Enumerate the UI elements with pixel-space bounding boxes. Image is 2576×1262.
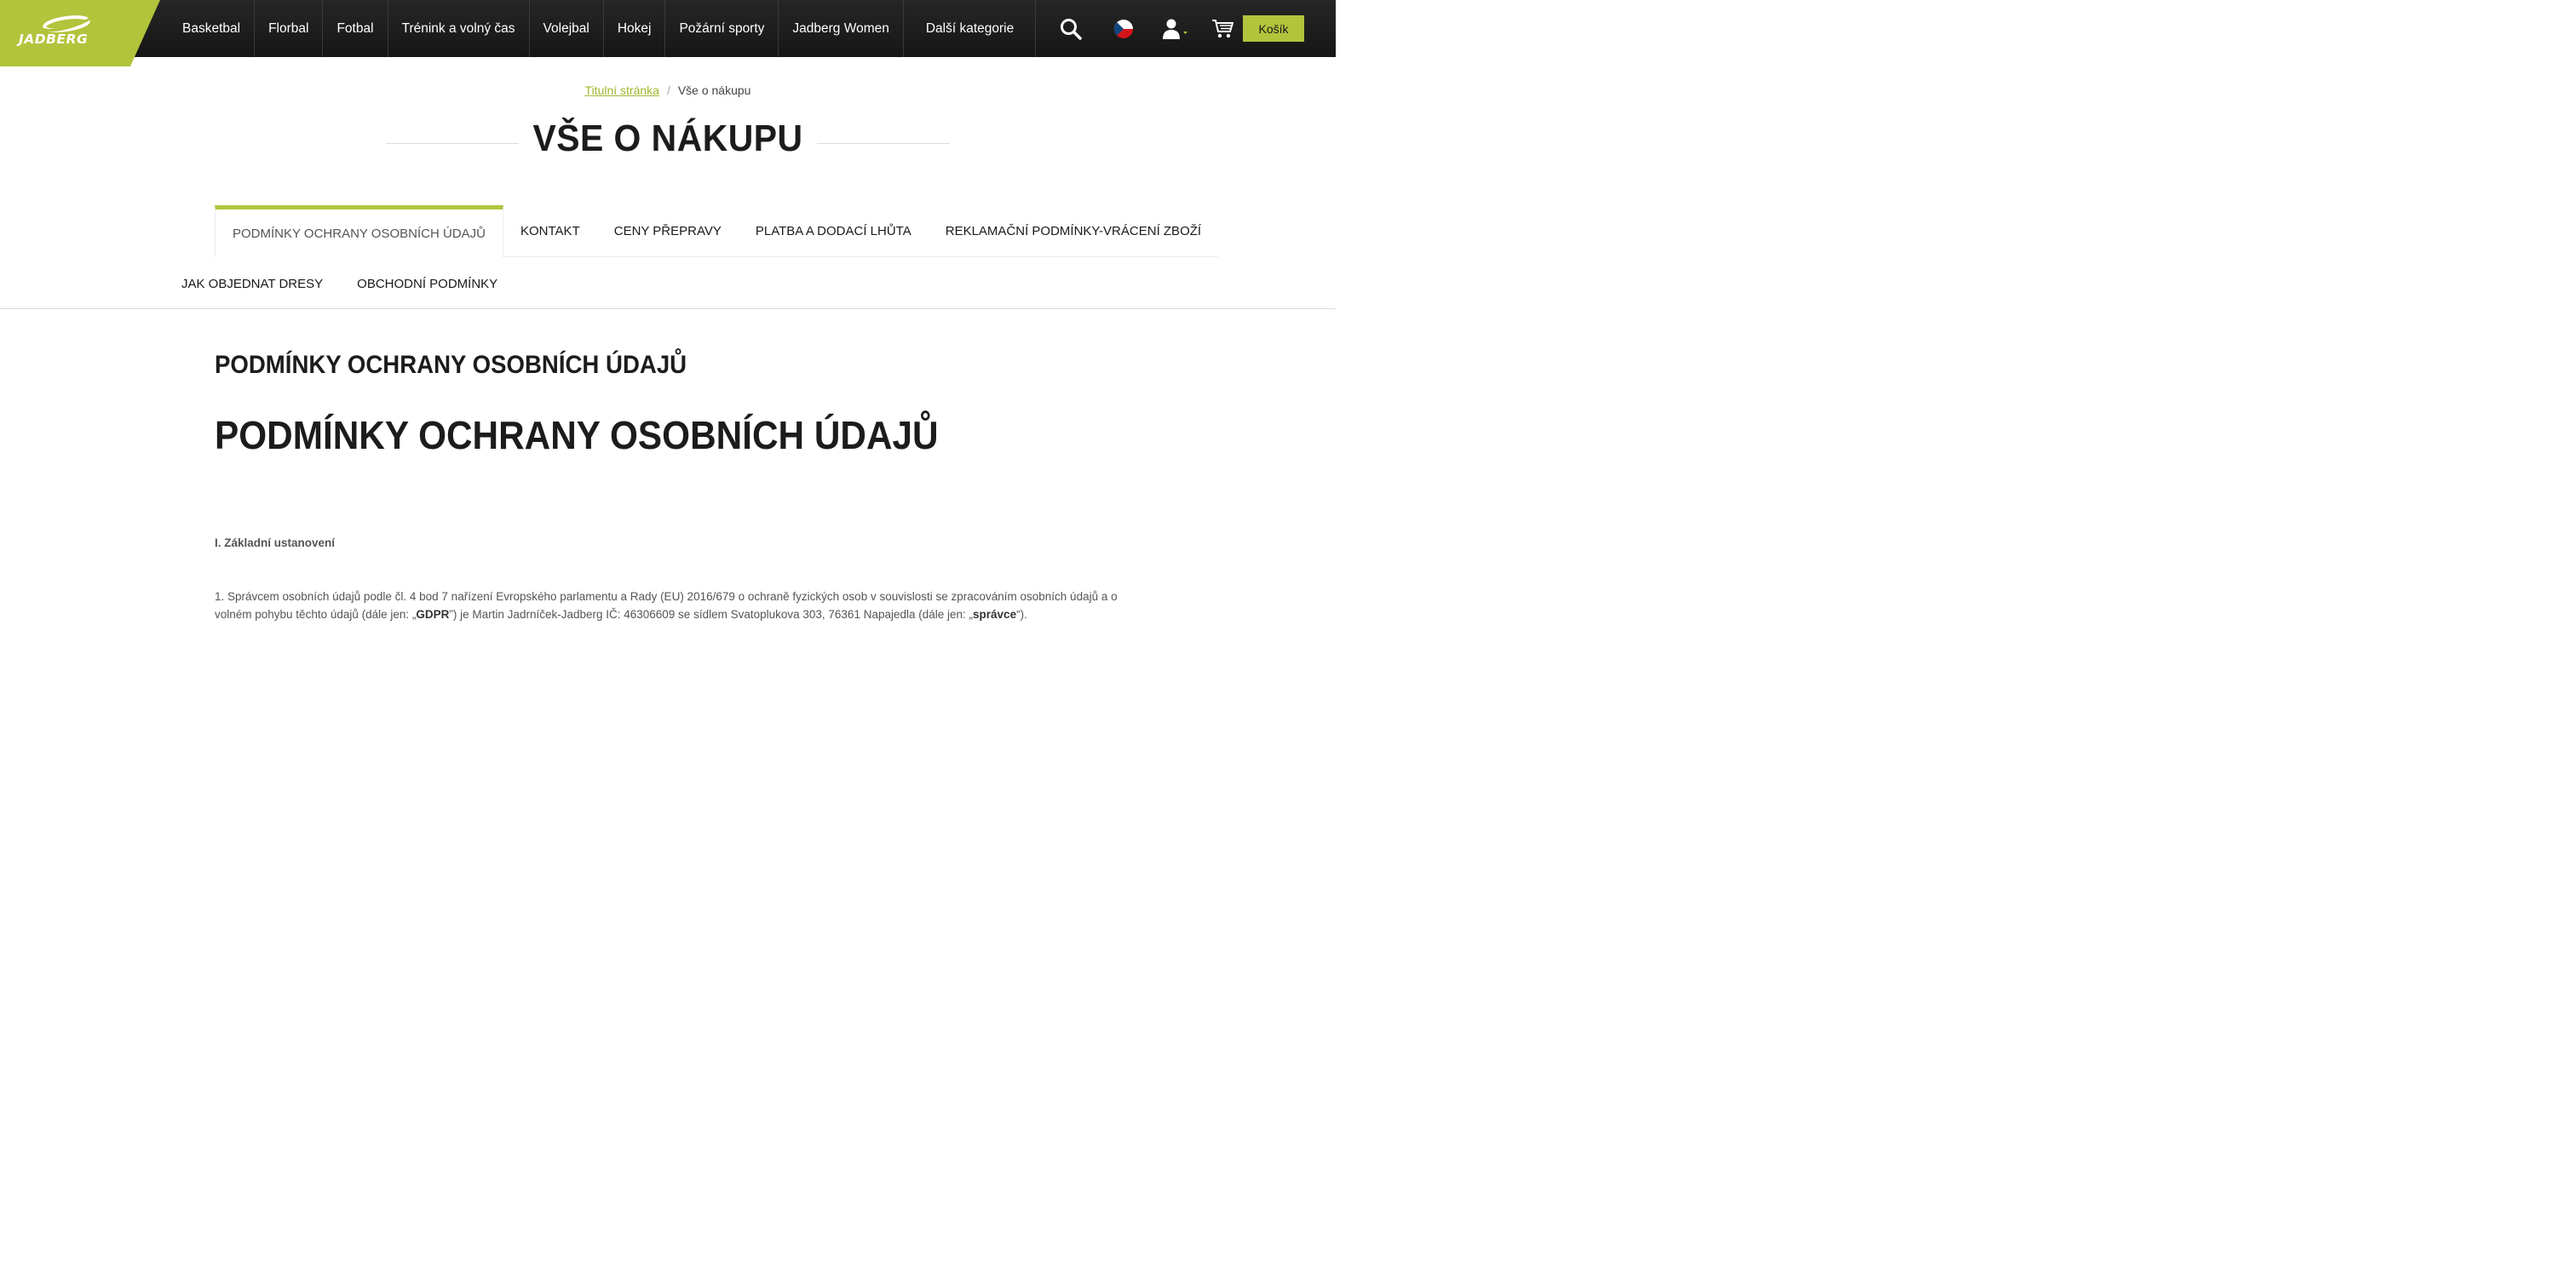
cart-button[interactable]: Košík	[1243, 15, 1304, 42]
paragraph-part-3: “).	[1016, 608, 1027, 621]
top-navigation-bar: JADBERG Basketbal Florbal Fotbal Trénink…	[0, 0, 1336, 66]
breadcrumb: Titulní stránka / Vše o nákupu	[0, 83, 1336, 97]
tab-obchodni-podminky[interactable]: OBCHODNÍ PODMÍNKY	[340, 259, 515, 309]
nav-item-fotbal[interactable]: Fotbal	[323, 0, 388, 57]
tabs-row-1: PODMÍNKY OCHRANY OSOBNÍCH ÚDAJŮ KONTAKT …	[215, 205, 1219, 257]
jadberg-logo[interactable]: JADBERG	[0, 0, 160, 66]
nav-item-volejbal[interactable]: Volejbal	[530, 0, 604, 57]
cart-icon[interactable]	[1210, 0, 1234, 57]
logo-text: JADBERG	[19, 32, 89, 47]
tab-kontakt[interactable]: KONTAKT	[503, 205, 597, 257]
page-title: VŠE O NÁKUPU	[532, 118, 803, 159]
tab-ceny-prepravy[interactable]: CENY PŘEPRAVY	[596, 205, 739, 257]
breadcrumb-separator: /	[666, 83, 670, 97]
chevron-down-icon	[1183, 31, 1187, 34]
nav-item-basketbal[interactable]: Basketbal	[169, 0, 256, 57]
main-nav: Basketbal Florbal Fotbal Trénink a volný…	[169, 0, 1037, 57]
nav-item-florbal[interactable]: Florbal	[255, 0, 324, 57]
paragraph-bold-spravce: správce	[973, 608, 1017, 621]
tab-jak-objednat-dresy[interactable]: JAK OBJEDNAT DRESY	[164, 259, 340, 309]
tab-reklamacni-podminky[interactable]: REKLAMAČNÍ PODMÍNKY-VRÁCENÍ ZBOŽÍ	[928, 205, 1219, 257]
nav-item-trenink[interactable]: Trénink a volný čas	[388, 0, 530, 57]
breadcrumb-current: Vše o nákupu	[677, 83, 751, 97]
content-heading-small: PODMÍNKY OCHRANY OSOBNÍCH ÚDAJŮ	[215, 351, 687, 379]
content-heading-large: PODMÍNKY OCHRANY OSOBNÍCH ÚDAJŮ	[215, 413, 939, 457]
paragraph-bold-gdpr: GDPR	[416, 608, 450, 621]
czech-flag-icon[interactable]	[1113, 0, 1134, 57]
tab-podminky-ochrany[interactable]: PODMÍNKY OCHRANY OSOBNÍCH ÚDAJŮ	[215, 205, 503, 257]
search-icon[interactable]	[1056, 0, 1085, 57]
paragraph-part-2: ”) je Martin Jadrníček-Jadberg IČ: 46306…	[449, 608, 974, 621]
nav-item-hokej[interactable]: Hokej	[604, 0, 666, 57]
tabs-row-2: JAK OBJEDNAT DRESY OBCHODNÍ PODMÍNKY	[164, 259, 515, 309]
title-divider-right	[817, 143, 950, 144]
section-heading: I. Základní ustanovení	[215, 536, 336, 549]
paragraph-text: 1. Správcem osobních údajů podle čl. 4 b…	[215, 588, 1118, 623]
nav-item-jadberg-women[interactable]: Jadberg Women	[779, 0, 904, 57]
content-divider	[0, 308, 1336, 309]
tab-platba-dodaci-lhuta[interactable]: PLATBA A DODACÍ LHŮTA	[738, 205, 929, 257]
nav-item-pozarni-sporty[interactable]: Požární sporty	[665, 0, 779, 57]
nav-item-dalsi-kategorie[interactable]: Další kategorie	[904, 0, 1037, 57]
breadcrumb-home-link[interactable]: Titulní stránka	[585, 83, 659, 97]
user-icon[interactable]	[1160, 0, 1189, 57]
